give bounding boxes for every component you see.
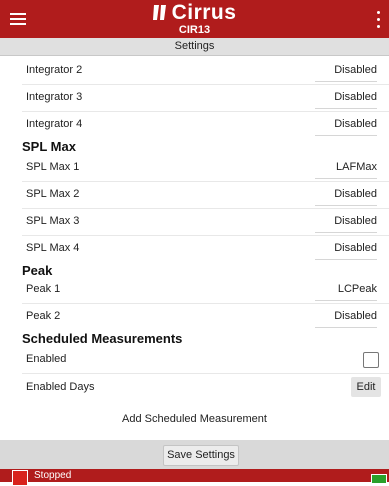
- settings-row-spl-max-2: SPL Max 2 Disabled: [0, 181, 389, 209]
- cirrus-logo-icon: [152, 5, 166, 20]
- row-label: Integrator 4: [26, 118, 83, 130]
- row-label: Peak 1: [26, 283, 61, 295]
- integrator-3-select[interactable]: Disabled: [315, 86, 377, 109]
- row-label: Integrator 2: [26, 64, 83, 76]
- section-heading-scheduled-measurements: Scheduled Measurements: [22, 331, 183, 346]
- row-label: SPL Max 2: [26, 188, 80, 200]
- footer: Save Settings: [0, 440, 389, 469]
- row-label: Enabled Days: [26, 381, 95, 393]
- save-settings-button[interactable]: Save Settings: [163, 445, 239, 466]
- settings-row-peak-2: Peak 2 Disabled: [0, 303, 389, 331]
- row-label: Integrator 3: [26, 91, 83, 103]
- kebab-menu-icon[interactable]: [375, 9, 381, 29]
- edit-days-button[interactable]: Edit: [351, 377, 381, 397]
- device-model: CIR13: [178, 24, 211, 36]
- scheduled-enabled-checkbox[interactable]: [363, 352, 379, 368]
- peak-1-select[interactable]: LCPeak: [315, 278, 377, 301]
- app-bar: Cirrus CIR13: [0, 0, 389, 38]
- settings-row-integrator-4: Integrator 4 Disabled: [0, 111, 389, 139]
- add-scheduled-measurement-button[interactable]: Add Scheduled Measurement: [0, 413, 389, 425]
- spl-max-3-select[interactable]: Disabled: [315, 210, 377, 233]
- settings-row-peak-1: Peak 1 LCPeak: [0, 276, 389, 304]
- settings-row-spl-max-3: SPL Max 3 Disabled: [0, 208, 389, 236]
- stopped-indicator-icon: [12, 470, 28, 486]
- spl-max-1-select[interactable]: LAFMax: [315, 156, 377, 179]
- integrator-2-select[interactable]: Disabled: [315, 59, 377, 82]
- brand-name: Cirrus: [171, 1, 237, 24]
- settings-row-integrator-3: Integrator 3 Disabled: [0, 84, 389, 112]
- row-label: Enabled: [26, 353, 67, 365]
- status-text: Stopped: [34, 470, 72, 481]
- brand: Cirrus CIR13: [0, 2, 389, 36]
- row-label: Peak 2: [26, 310, 61, 322]
- status-bar: Stopped: [0, 469, 389, 486]
- settings-row-spl-max-1: SPL Max 1 LAFMax: [0, 154, 389, 182]
- settings-row-integrator-2: Integrator 2 Disabled: [0, 57, 389, 85]
- spl-max-4-select[interactable]: Disabled: [315, 237, 377, 260]
- row-label: SPL Max 3: [26, 215, 80, 227]
- settings-row-scheduled-enabled: Enabled: [0, 346, 389, 374]
- page-title: Settings: [0, 38, 389, 56]
- integrator-4-select[interactable]: Disabled: [315, 113, 377, 136]
- settings-row-spl-max-4: SPL Max 4 Disabled: [0, 235, 389, 263]
- peak-2-select[interactable]: Disabled: [315, 305, 377, 328]
- spl-max-2-select[interactable]: Disabled: [315, 183, 377, 206]
- settings-row-enabled-days: Enabled Days Edit: [0, 374, 389, 402]
- row-label: SPL Max 4: [26, 242, 80, 254]
- row-label: SPL Max 1: [26, 161, 80, 173]
- section-heading-spl-max: SPL Max: [22, 139, 76, 154]
